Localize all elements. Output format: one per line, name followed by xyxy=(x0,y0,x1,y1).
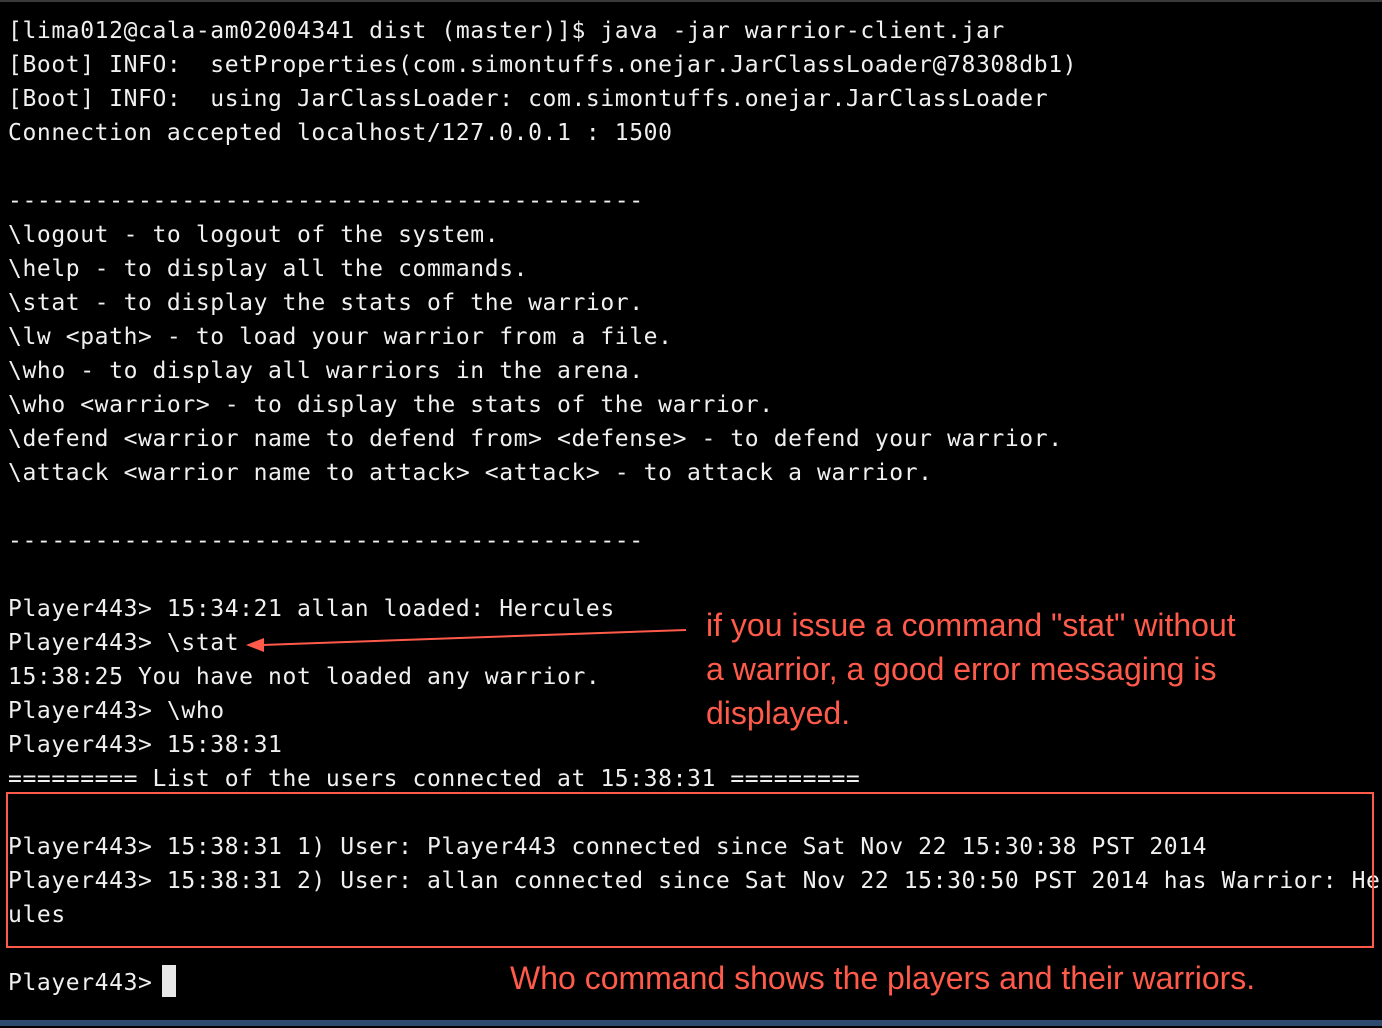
help-line: \who <warrior> - to display the stats of… xyxy=(8,392,774,418)
stat-annotation-line-3: displayed. xyxy=(706,695,851,731)
help-line: \who - to display all warriors in the ar… xyxy=(8,358,644,384)
command-line: [lima012@cala-am02004341 dist (master)]$… xyxy=(8,18,1005,44)
help-line: \help - to display all the commands. xyxy=(8,256,529,282)
prompt-line[interactable]: Player443> xyxy=(8,966,167,1000)
help-line: \logout - to logout of the system. xyxy=(8,222,500,248)
stat-annotation-line-2: a warrior, a good error messaging is xyxy=(706,651,1217,687)
text-cursor xyxy=(162,965,176,997)
help-line: \defend <warrior name to defend from> <d… xyxy=(8,426,1063,452)
who-output-highlight-box xyxy=(6,792,1374,948)
boot-log-line: [Boot] INFO: using JarClassLoader: com.s… xyxy=(8,86,1049,112)
connection-line: Connection accepted localhost/127.0.0.1 … xyxy=(8,120,673,146)
terminal-window[interactable]: [lima012@cala-am02004341 dist (master)]$… xyxy=(0,0,1382,1022)
output-line: Player443> 15:38:31 xyxy=(8,732,283,758)
boot-log-line: [Boot] INFO: setProperties(com.simontuff… xyxy=(8,52,1078,78)
who-command-line: Player443> \who xyxy=(8,698,225,724)
user-list-header: ========= List of the users connected at… xyxy=(8,766,861,792)
help-line: \lw <path> - to load your warrior from a… xyxy=(8,324,673,350)
separator-line: ----------------------------------------… xyxy=(8,528,644,554)
help-line: \stat - to display the stats of the warr… xyxy=(8,290,644,316)
stat-command-line: Player443> \stat xyxy=(8,630,240,656)
separator-line: ----------------------------------------… xyxy=(8,188,644,214)
stat-annotation-line-1: if you issue a command "stat" without xyxy=(706,607,1236,643)
error-message-line: 15:38:25 You have not loaded any warrior… xyxy=(8,664,601,690)
output-line: Player443> 15:34:21 allan loaded: Hercul… xyxy=(8,596,615,622)
help-line: \attack <warrior name to attack> <attack… xyxy=(8,460,933,486)
window-bottom-border xyxy=(0,1020,1382,1026)
who-annotation: Who command shows the players and their … xyxy=(510,960,1256,996)
